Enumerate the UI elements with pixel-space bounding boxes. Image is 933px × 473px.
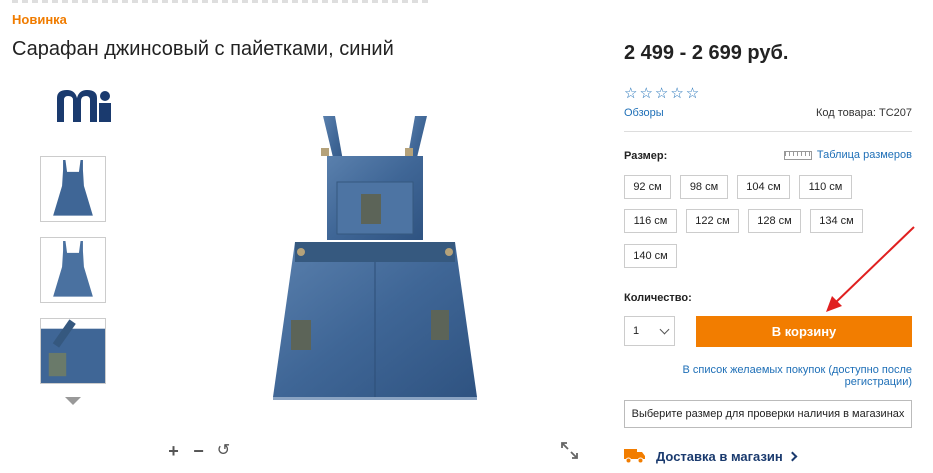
ruler-icon (783, 150, 812, 160)
image-zoom-controls: + − ↺ (165, 442, 232, 460)
store-delivery-link[interactable]: Доставка в магазин (624, 448, 798, 464)
size-option[interactable]: 122 см (686, 209, 739, 233)
thumbnails-scroll-down-icon[interactable] (65, 397, 81, 405)
wishlist-link[interactable]: В список желаемых покупок (доступно посл… (672, 364, 912, 388)
breadcrumb (12, 0, 432, 3)
product-sku: Код товара: TC207 (816, 107, 912, 119)
thumbnail-image (53, 241, 93, 297)
reset-zoom-icon[interactable]: ↺ (215, 443, 232, 459)
thumbnail-image (41, 319, 105, 383)
new-badge: Новинка (12, 12, 67, 27)
size-option[interactable]: 98 см (680, 175, 728, 199)
zoom-out-icon[interactable]: − (190, 442, 207, 460)
thumbnail-2[interactable] (40, 237, 106, 303)
zoom-in-icon[interactable]: + (165, 442, 182, 460)
product-price: 2 499 - 2 699 руб. (624, 42, 789, 64)
size-option[interactable]: 134 см (810, 209, 863, 233)
size-option[interactable]: 104 см (737, 175, 790, 199)
main-product-image[interactable] (265, 112, 485, 404)
thumbnail-3[interactable] (40, 318, 106, 384)
truck-icon (624, 449, 645, 464)
chevron-down-icon (659, 324, 670, 335)
divider (624, 131, 912, 132)
quantity-select[interactable]: 1 (624, 316, 675, 346)
size-table-link[interactable]: Таблица размеров (783, 149, 912, 161)
size-option[interactable]: 128 см (748, 209, 801, 233)
size-table-label: Таблица размеров (816, 149, 912, 161)
size-option[interactable]: 110 см (799, 175, 852, 199)
size-option[interactable]: 116 см (624, 209, 677, 233)
product-title: Сарафан джинсовый с пайетками, синий (12, 38, 394, 60)
quantity-value: 1 (633, 325, 640, 337)
reviews-link[interactable]: Обзоры (624, 107, 664, 119)
fullscreen-icon[interactable] (561, 442, 578, 459)
add-to-cart-button[interactable]: В корзину (696, 316, 912, 347)
chevron-right-icon (787, 451, 798, 461)
brand-logo (55, 88, 115, 124)
quantity-label: Количество: (624, 292, 692, 304)
check-store-availability-button[interactable]: Выберите размер для проверки наличия в м… (624, 400, 912, 428)
size-option[interactable]: 92 см (624, 175, 671, 199)
rating-stars[interactable]: ☆☆☆☆☆ (624, 84, 701, 102)
thumbnail-1[interactable] (40, 156, 106, 222)
thumbnail-image (53, 160, 93, 216)
size-label: Размер: (624, 150, 668, 162)
size-option[interactable]: 140 см (624, 244, 677, 268)
delivery-label: Доставка в магазин (656, 448, 783, 464)
